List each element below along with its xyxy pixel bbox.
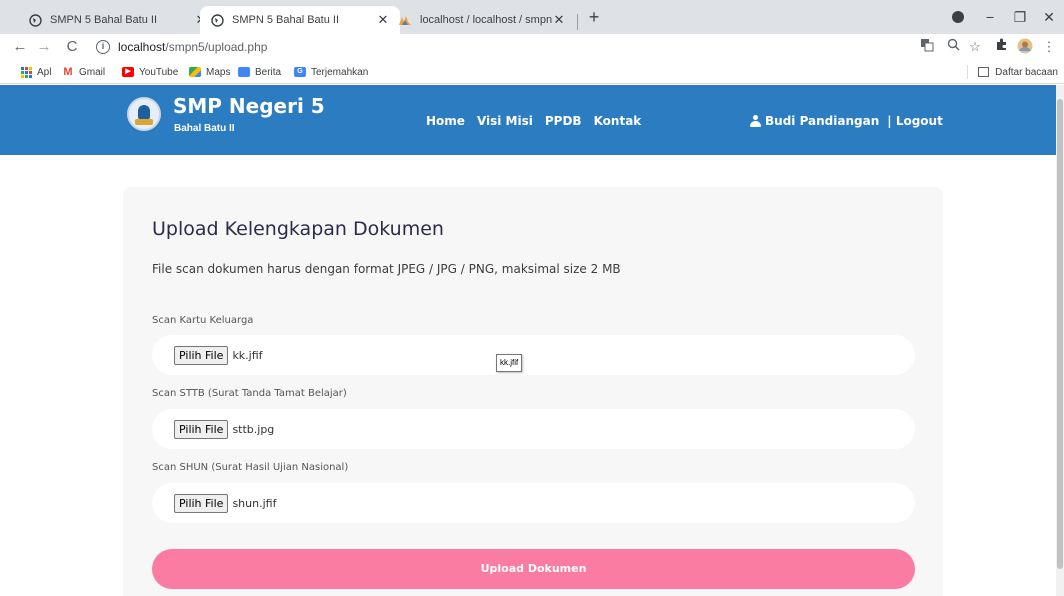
file-input-shun[interactable]: Pilih File shun.jfif xyxy=(152,483,915,523)
bookmark-youtube[interactable]: ▶ YouTube xyxy=(122,64,178,80)
upload-description: File scan dokumen harus dengan format JP… xyxy=(152,262,621,276)
profile-avatar-icon[interactable] xyxy=(1016,38,1034,56)
brand-subtitle: Bahal Batu II xyxy=(174,123,235,134)
restore-icon[interactable]: ❐ xyxy=(1011,8,1029,26)
extensions-icon[interactable] xyxy=(992,38,1010,56)
globe-icon xyxy=(210,13,224,27)
back-icon[interactable]: ← xyxy=(10,37,30,57)
maps-icon xyxy=(189,67,201,77)
close-window-icon[interactable]: ✕ xyxy=(1040,8,1058,26)
translate-icon: G xyxy=(294,67,306,77)
reading-list-label: Daftar bacaan xyxy=(995,66,1058,78)
recording-indicator-icon[interactable] xyxy=(952,11,964,23)
browser-tab-1[interactable]: SMPN 5 Bahal Batu II ✕ xyxy=(18,6,218,34)
tab-title: localhost / localhost / smpn5 / s xyxy=(420,14,552,26)
file-input-kk[interactable]: Pilih File kk.jfif xyxy=(152,335,915,375)
user-menu: Budi Pandiangan | Logout xyxy=(750,114,943,128)
nav-visi-misi[interactable]: Visi Misi xyxy=(477,114,533,128)
upload-submit-button[interactable]: Upload Dokumen xyxy=(152,549,915,589)
logout-link[interactable]: | Logout xyxy=(887,114,943,128)
globe-icon xyxy=(28,13,42,27)
bookmark-label: YouTube xyxy=(139,66,179,78)
bookmark-terjemahkan[interactable]: G Terjemahkan xyxy=(294,64,368,80)
youtube-icon: ▶ xyxy=(122,67,134,77)
field-label-shun: Scan SHUN (Surat Hasil Ujian Nasional) xyxy=(152,462,349,473)
bookmark-label: Berita xyxy=(255,66,282,78)
apps-grid-icon xyxy=(20,67,32,78)
bookmark-apps[interactable]: Apl xyxy=(20,64,51,80)
selected-filename: shun.jfif xyxy=(232,496,277,510)
reading-list-icon xyxy=(978,67,990,77)
gmail-icon: M xyxy=(63,66,73,78)
new-tab-button[interactable]: + xyxy=(583,6,605,28)
forward-icon[interactable]: → xyxy=(34,37,54,57)
page-title: Upload Kelengkapan Dokumen xyxy=(152,218,444,240)
info-icon[interactable]: i xyxy=(96,40,110,54)
url-host: localhost xyxy=(118,40,166,54)
bookmark-label: Apl xyxy=(37,66,52,78)
nav-ppdb[interactable]: PPDB xyxy=(545,114,582,128)
tut-wuri-handayani-logo[interactable] xyxy=(127,97,161,131)
nav-kontak[interactable]: Kontak xyxy=(594,114,642,128)
site-navbar: SMP Negeri 5 Bahal Batu II Home Visi Mis… xyxy=(0,85,1056,155)
bookmarks-bar: Apl M Gmail ▶ YouTube Maps Berita G Terj… xyxy=(0,60,1064,84)
user-name[interactable]: Budi Pandiangan xyxy=(765,114,879,128)
bookmark-label: Maps xyxy=(206,66,231,78)
close-tab-icon[interactable]: ✕ xyxy=(552,12,566,28)
zoom-icon[interactable] xyxy=(944,38,962,56)
bookmark-gmail[interactable]: M Gmail xyxy=(62,64,105,80)
bookmarks-divider xyxy=(967,65,969,79)
browser-tabstrip: SMPN 5 Bahal Batu II ✕ SMPN 5 Bahal Batu… xyxy=(0,0,1064,34)
choose-file-button[interactable]: Pilih File xyxy=(174,345,229,365)
reading-list[interactable]: Daftar bacaan xyxy=(967,64,1058,80)
bookmark-label: Gmail xyxy=(79,66,106,78)
file-input-sttb[interactable]: Pilih File sttb.jpg xyxy=(152,409,915,449)
user-icon xyxy=(750,115,761,127)
page-scrollbar[interactable] xyxy=(1056,85,1064,596)
bookmark-maps[interactable]: Maps xyxy=(189,64,230,80)
main-menu: Home Visi Misi PPDB Kontak xyxy=(426,114,641,128)
browser-toolbar: ← → C i localhost/smpn5/upload.php ☆ ⋮ xyxy=(0,34,1064,60)
page-viewport: SMP Negeri 5 Bahal Batu II Home Visi Mis… xyxy=(0,85,1064,596)
nav-home[interactable]: Home xyxy=(426,114,465,128)
news-icon xyxy=(238,67,250,77)
browser-tab-3[interactable]: localhost / localhost / smpn5 / s ✕ xyxy=(388,6,576,34)
tab-title: SMPN 5 Bahal Batu II xyxy=(50,14,157,26)
minimize-icon[interactable]: − xyxy=(981,8,999,26)
selected-filename: kk.jfif xyxy=(232,348,263,362)
choose-file-button[interactable]: Pilih File xyxy=(174,493,229,513)
field-label-kk: Scan Kartu Keluarga xyxy=(152,315,254,326)
bookmark-star-icon[interactable]: ☆ xyxy=(966,38,984,56)
translate-page-icon[interactable] xyxy=(918,38,936,56)
selected-filename: sttb.jpg xyxy=(232,422,275,436)
choose-file-button[interactable]: Pilih File xyxy=(174,419,229,439)
phpmyadmin-icon xyxy=(398,13,412,27)
bookmark-label: Terjemahkan xyxy=(311,66,369,78)
tab-divider xyxy=(577,14,578,30)
url-path: /smpn5/upload.php xyxy=(165,40,268,54)
address-bar[interactable]: i localhost/smpn5/upload.php xyxy=(96,36,896,58)
filename-tooltip: kk.jfif xyxy=(496,354,523,372)
tab-title: SMPN 5 Bahal Batu II xyxy=(232,14,339,26)
bookmark-berita[interactable]: Berita xyxy=(238,64,281,80)
field-label-sttb: Scan STTB (Surat Tanda Tamat Belajar) xyxy=(152,388,347,399)
brand-title[interactable]: SMP Negeri 5 xyxy=(173,94,325,118)
browser-menu-icon[interactable]: ⋮ xyxy=(1040,38,1058,56)
upload-card: Upload Kelengkapan Dokumen File scan dok… xyxy=(123,187,943,596)
scrollbar-thumb[interactable] xyxy=(1057,99,1063,569)
reload-icon[interactable]: C xyxy=(62,37,82,57)
browser-tab-2[interactable]: SMPN 5 Bahal Batu II ✕ xyxy=(200,6,400,34)
